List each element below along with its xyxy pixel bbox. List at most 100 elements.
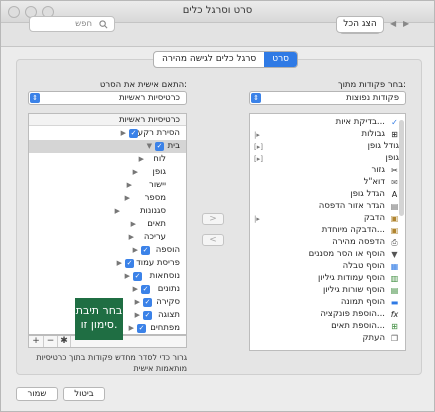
cut-scissors-icon: ✂ bbox=[391, 166, 398, 175]
chevron-right-icon[interactable]: ▶ bbox=[125, 270, 130, 283]
cancel-button[interactable]: ביטול bbox=[63, 387, 105, 401]
remove-button[interactable]: − bbox=[43, 336, 57, 347]
search-icon bbox=[99, 20, 108, 29]
chevron-right-icon[interactable]: ▶ bbox=[129, 231, 134, 244]
list-item[interactable]: גופן ▶ bbox=[29, 166, 186, 179]
list-item-selected[interactable]: ✓ בית ▼ bbox=[29, 140, 186, 153]
email-icon: ✉ bbox=[391, 178, 398, 187]
move-left-button[interactable]: < bbox=[202, 234, 224, 246]
tab-ribbon[interactable]: סרט bbox=[264, 52, 298, 67]
list-item[interactable]: ❐ העתק bbox=[250, 332, 405, 345]
chevron-right-icon[interactable]: ▶ bbox=[121, 127, 126, 140]
search-placeholder: חפש bbox=[75, 19, 92, 29]
checkbox-checked-icon[interactable]: ✓ bbox=[143, 298, 152, 307]
list-item[interactable]: עריכה ▶ bbox=[29, 231, 186, 244]
list-item[interactable]: ✓ נתונים ▶ bbox=[29, 283, 186, 296]
chevron-right-icon[interactable]: ▶ bbox=[133, 283, 138, 296]
list-item[interactable]: תאים ▶ bbox=[29, 218, 186, 231]
list-item[interactable]: ✓ הסירת רקע ▶ bbox=[29, 127, 186, 140]
borders-icon: ⊞ bbox=[391, 130, 398, 139]
chevron-right-icon[interactable]: ▶ bbox=[131, 218, 136, 231]
list-item-label: תצוגה bbox=[157, 310, 180, 320]
save-button[interactable]: שמור bbox=[16, 387, 58, 401]
insert-function-icon: fx bbox=[390, 310, 399, 319]
increase-font-icon: A bbox=[391, 190, 398, 199]
chevron-right-icon[interactable]: ▶ bbox=[125, 192, 130, 205]
list-item-label: מפתחים bbox=[150, 323, 180, 333]
checkbox-checked-icon[interactable]: ✓ bbox=[125, 259, 134, 268]
chevron-right-icon[interactable]: ▶ bbox=[133, 166, 138, 179]
checkbox-checked-icon[interactable]: ✓ bbox=[141, 285, 150, 294]
back-arrow-icon[interactable]: ◀ bbox=[390, 20, 396, 28]
list-item-label: בית bbox=[167, 141, 180, 151]
customize-ribbon-dropdown-value: כרטיסיות ראשיות bbox=[118, 93, 180, 103]
list-item-label: מספר bbox=[144, 193, 166, 203]
print-area-icon: ▤ bbox=[390, 202, 399, 211]
list-item-label: גופן bbox=[152, 167, 166, 177]
dropdown-arrow-icon: ⇕ bbox=[30, 93, 40, 103]
checkbox-checked-icon[interactable]: ✓ bbox=[141, 246, 150, 255]
drag-hint-text: גרור כדי לסדר מחדש פקודות בתוך כרטיסיות … bbox=[36, 353, 187, 373]
checkbox-checked-icon[interactable]: ✓ bbox=[143, 311, 152, 320]
choose-commands-label: בחר פקודות מתוך: bbox=[338, 80, 406, 90]
list-item-label: סגנונות bbox=[139, 206, 166, 216]
list-item-label: הוספה bbox=[155, 245, 180, 255]
insert-cells-icon: ⊞ bbox=[391, 322, 398, 331]
list-item[interactable]: ✓ נוסחאות ▶ bbox=[29, 270, 186, 283]
insert-columns-icon: ▥ bbox=[390, 274, 399, 283]
add-button[interactable]: + bbox=[29, 336, 43, 347]
customize-ribbon-label: התאם אישית את הסרט: bbox=[99, 80, 187, 90]
checkbox-checked-icon[interactable]: ✓ bbox=[129, 129, 138, 138]
callout-tooltip: בחר תיבת סימון זו. bbox=[75, 298, 123, 340]
list-item-label: נתונים bbox=[157, 284, 180, 294]
customize-ribbon-window: סרט וסרגל כלים הצג הכל ◀ ▶ חפש סרגל כלים… bbox=[0, 0, 435, 412]
tab-quick-access-toolbar[interactable]: סרגל כלים לגישה מהירה bbox=[154, 52, 264, 67]
chevron-right-icon[interactable]: ▶ bbox=[135, 296, 140, 309]
insert-rows-icon: ▤ bbox=[390, 286, 399, 295]
commands-list[interactable]: ✓ בדיקת איות... ⊞ גבולות |▸ גודל גופן [▸] גו… bbox=[249, 113, 406, 351]
chevron-down-icon[interactable]: ▼ bbox=[147, 140, 152, 153]
move-right-button[interactable]: > bbox=[202, 213, 224, 225]
ribbon-tabs-header: כרטיסיות ראשיות bbox=[29, 114, 186, 126]
list-item-label: פריסת עמוד bbox=[136, 258, 180, 268]
chevron-right-icon[interactable]: ▶ bbox=[117, 257, 122, 270]
checkbox-checked-icon[interactable]: ✓ bbox=[137, 324, 146, 333]
list-item[interactable]: לוח ▶ bbox=[29, 153, 186, 166]
window-title: סרט וסרגל כלים bbox=[182, 5, 253, 16]
quick-print-icon: ⎙ bbox=[391, 238, 398, 247]
spellcheck-icon: ✓ bbox=[391, 118, 398, 127]
show-all-button[interactable]: הצג הכל bbox=[336, 16, 384, 33]
choose-commands-dropdown-value: פקודות נפוצות bbox=[346, 93, 399, 103]
choose-commands-dropdown[interactable]: ⇕ פקודות נפוצות bbox=[249, 91, 406, 105]
filter-icon: ▼ bbox=[391, 250, 398, 259]
checkbox-checked-icon[interactable]: ✓ bbox=[133, 272, 142, 281]
forward-arrow-icon[interactable]: ▶ bbox=[403, 20, 409, 28]
customize-ribbon-dropdown[interactable]: ⇕ כרטיסיות ראשיות bbox=[28, 91, 187, 105]
list-item[interactable]: ✓ פריסת עמוד ▶ bbox=[29, 257, 186, 270]
gear-icon[interactable]: ✱ bbox=[57, 336, 71, 347]
dropdown-arrow-icon: ⇕ bbox=[251, 93, 261, 103]
list-item-label: הסירת רקע bbox=[137, 128, 180, 138]
chevron-right-icon[interactable]: ▶ bbox=[133, 244, 138, 257]
list-item-label: עריכה bbox=[143, 232, 166, 242]
chevron-right-icon[interactable]: ▶ bbox=[127, 179, 132, 192]
list-item[interactable]: יישור ▶ bbox=[29, 179, 186, 192]
show-all-label: הצג הכל bbox=[343, 19, 377, 29]
insert-picture-icon: ▬ bbox=[390, 298, 399, 307]
list-item[interactable]: סגנונות ▶ bbox=[29, 205, 186, 218]
list-item-label: העתק bbox=[362, 333, 386, 343]
chevron-right-icon[interactable]: ▶ bbox=[139, 153, 144, 166]
chevron-right-icon[interactable]: ▶ bbox=[135, 309, 140, 322]
chevron-right-icon[interactable]: ▶ bbox=[115, 205, 120, 218]
list-item-label: לוח bbox=[153, 154, 166, 164]
list-item[interactable]: מספר ▶ bbox=[29, 192, 186, 205]
paste-icon: ▣ bbox=[390, 214, 399, 223]
list-item[interactable]: ✓ הוספה ▶ bbox=[29, 244, 186, 257]
chevron-right-icon[interactable]: ▶ bbox=[129, 322, 134, 334]
list-item-label: נוסחאות bbox=[149, 271, 180, 281]
tab-switcher: סרגל כלים לגישה מהירה סרט bbox=[153, 51, 299, 68]
callout-text: בחר תיבת סימון זו. bbox=[75, 304, 123, 331]
insert-table-icon: ▦ bbox=[390, 262, 399, 271]
search-field[interactable]: חפש bbox=[29, 16, 115, 32]
checkbox-checked-icon[interactable]: ✓ bbox=[155, 142, 164, 151]
